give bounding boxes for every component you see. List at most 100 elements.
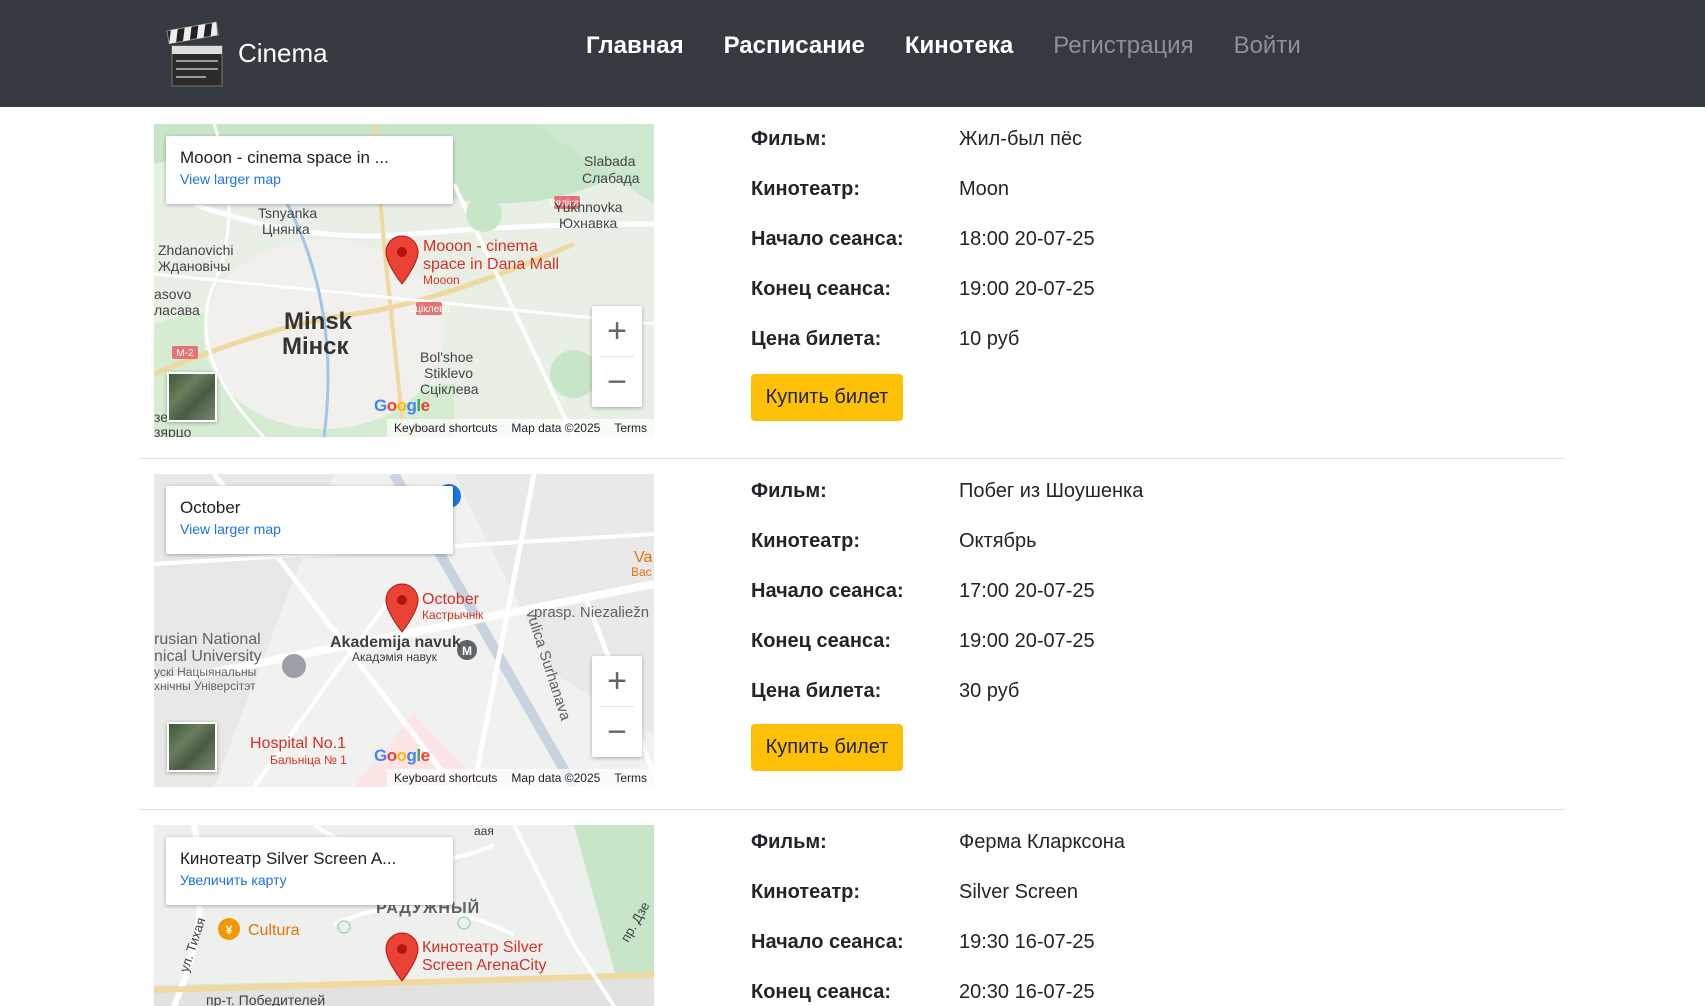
zoom-control: + −	[592, 306, 642, 407]
map-place-card: Mooon - cinema space in ... View larger …	[166, 136, 453, 204]
svg-text:ускі Нацыянальны: ускі Нацыянальны	[154, 665, 256, 679]
session-card: M rusian National nical University ускі …	[139, 459, 1565, 810]
svg-text:Slabada: Slabada	[584, 153, 636, 169]
detail-row-film: Фильм: Побег из Шоушенка	[751, 480, 1144, 502]
svg-text:space in Dana Mall: space in Dana Mall	[423, 256, 559, 273]
cinema-name: Silver Screen	[959, 881, 1078, 903]
satellite-layer-toggle[interactable]	[167, 372, 217, 422]
keyboard-shortcuts-link[interactable]: Keyboard shortcuts	[394, 421, 497, 435]
svg-text:prasp. Niezaliežn: prasp. Niezaliežn	[534, 604, 649, 621]
main-nav: Главная Расписание Кинотека Регистрация …	[586, 32, 1341, 60]
film-title: Побег из Шоушенка	[959, 480, 1144, 502]
zoom-in-button[interactable]: +	[592, 656, 642, 706]
svg-text:Слабада: Слабада	[582, 170, 640, 186]
detail-row-cinema: Кинотеатр: Moon	[751, 178, 1010, 200]
end-time: 19:00 20-07-25	[959, 630, 1095, 652]
satellite-layer-toggle[interactable]	[167, 722, 217, 772]
svg-text:¥: ¥	[226, 923, 233, 937]
svg-text:Hospital No.1: Hospital No.1	[250, 735, 346, 752]
map-embed[interactable]: Вялікае Сціклева M-2 Slabada Слабада Yuk…	[154, 124, 654, 437]
map-embed[interactable]: M rusian National nical University ускі …	[154, 474, 654, 787]
detail-row-start: Начало сеанса: 18:00 20-07-25	[751, 228, 1095, 250]
session-card: ¥ РАДУЖНЫЙ Cultura ул. Тихая пр-т. Побед…	[139, 810, 1565, 1006]
svg-text:October: October	[422, 591, 480, 608]
terms-link[interactable]: Terms	[614, 771, 647, 785]
svg-text:Mooon: Mooon	[423, 273, 460, 287]
map-place-name: October	[180, 498, 241, 517]
buy-ticket-button[interactable]: Купить билет	[751, 374, 903, 421]
zoom-out-button[interactable]: −	[592, 357, 642, 407]
svg-text:Акадэмія навук: Акадэмія навук	[352, 650, 438, 664]
clapperboard-icon	[166, 21, 223, 87]
view-larger-map-link[interactable]: View larger map	[180, 521, 439, 537]
brand-name: Cinema	[238, 37, 328, 68]
svg-text:Сціклева: Сціклева	[420, 381, 479, 397]
svg-text:хнічны Універсітэт: хнічны Універсітэт	[154, 679, 256, 693]
brand-link[interactable]: Cinema	[166, 16, 328, 90]
svg-text:Сціклева: Сціклева	[408, 304, 450, 315]
map-place-card: October View larger map	[166, 486, 453, 554]
navbar: Cinema Главная Расписание Кинотека Регис…	[0, 0, 1705, 107]
start-time: 17:00 20-07-25	[959, 580, 1095, 602]
cinema-name: Октябрь	[959, 530, 1037, 552]
film-title: Жил-был пёс	[959, 128, 1082, 150]
svg-text:M: M	[462, 644, 472, 658]
svg-text:nical University: nical University	[154, 648, 262, 665]
nav-login[interactable]: Войти	[1234, 32, 1301, 60]
google-logo: Google	[374, 746, 430, 765]
buy-ticket-button[interactable]: Купить билет	[751, 724, 903, 771]
svg-text:asovo: asovo	[154, 286, 192, 302]
start-time: 18:00 20-07-25	[959, 228, 1095, 250]
svg-text:Вас: Вас	[631, 565, 652, 579]
keyboard-shortcuts-link[interactable]: Keyboard shortcuts	[394, 771, 497, 785]
session-card: Вялікае Сціклева M-2 Slabada Слабада Yuk…	[139, 107, 1565, 459]
map-attribution: Keyboard shortcuts Map data ©2025 Terms	[387, 419, 654, 437]
svg-text:Screen ArenaCity: Screen ArenaCity	[422, 957, 547, 974]
svg-text:Кинотеатр Silver: Кинотеатр Silver	[422, 939, 544, 956]
map-embed[interactable]: ¥ РАДУЖНЫЙ Cultura ул. Тихая пр-т. Побед…	[154, 825, 654, 1006]
svg-text:Юхнавка: Юхнавка	[559, 215, 618, 231]
svg-text:зярцо: зярцо	[154, 424, 192, 437]
zoom-control: + −	[592, 656, 642, 757]
zoom-in-button[interactable]: +	[592, 306, 642, 356]
svg-text:Cultura: Cultura	[248, 922, 300, 939]
map-attribution: Keyboard shortcuts Map data ©2025 Terms	[387, 769, 654, 787]
detail-row-cinema: Кинотеатр: Октябрь	[751, 530, 1037, 552]
view-larger-map-link[interactable]: Увеличить карту	[180, 872, 439, 888]
detail-row-cinema: Кинотеатр: Silver Screen	[751, 881, 1078, 903]
view-larger-map-link[interactable]: View larger map	[180, 171, 439, 187]
svg-text:Tsnyanka: Tsnyanka	[258, 205, 317, 221]
nav-library[interactable]: Кинотека	[905, 32, 1013, 60]
svg-text:Va: Va	[634, 549, 652, 566]
svg-text:Zhdanovichi: Zhdanovichi	[158, 242, 234, 258]
end-time: 19:00 20-07-25	[959, 278, 1095, 300]
svg-text:Minsk: Minsk	[284, 308, 353, 335]
svg-text:Yukhnovka: Yukhnovka	[554, 199, 623, 215]
svg-text:rusian National: rusian National	[154, 631, 261, 648]
detail-row-start: Начало сеанса: 19:30 16-07-25	[751, 931, 1095, 953]
map-data-text: Map data ©2025	[511, 421, 601, 435]
svg-text:Цнянка: Цнянка	[262, 221, 310, 237]
start-time: 19:30 16-07-25	[959, 931, 1095, 953]
svg-text:Stiklevo: Stiklevo	[424, 365, 473, 381]
map-place-name: Mooon - cinema space in ...	[180, 148, 389, 167]
nav-schedule[interactable]: Расписание	[724, 32, 865, 60]
terms-link[interactable]: Terms	[614, 421, 647, 435]
detail-row-end: Конец сеанса: 19:00 20-07-25	[751, 278, 1095, 300]
nav-register[interactable]: Регистрация	[1053, 32, 1193, 60]
nav-home[interactable]: Главная	[586, 32, 684, 60]
google-logo: Google	[374, 396, 430, 415]
ticket-price: 30 руб	[959, 680, 1020, 702]
svg-text:Бальніца № 1: Бальніца № 1	[270, 753, 347, 767]
detail-row-film: Фильм: Ферма Кларксона	[751, 831, 1125, 853]
ticket-price: 10 руб	[959, 328, 1020, 350]
svg-text:Mooon - cinema: Mooon - cinema	[423, 238, 538, 255]
svg-text:пр-т. Победителей: пр-т. Победителей	[206, 992, 325, 1006]
svg-text:Кастрычнік: Кастрычнік	[422, 608, 484, 622]
detail-row-end: Конец сеанса: 20:30 16-07-25	[751, 981, 1095, 1003]
svg-text:Ждановічы: Ждановічы	[158, 258, 230, 274]
svg-text:Мінск: Мінск	[282, 333, 350, 360]
svg-text:аая: аая	[474, 825, 494, 838]
map-data-text: Map data ©2025	[511, 771, 601, 785]
zoom-out-button[interactable]: −	[592, 707, 642, 757]
